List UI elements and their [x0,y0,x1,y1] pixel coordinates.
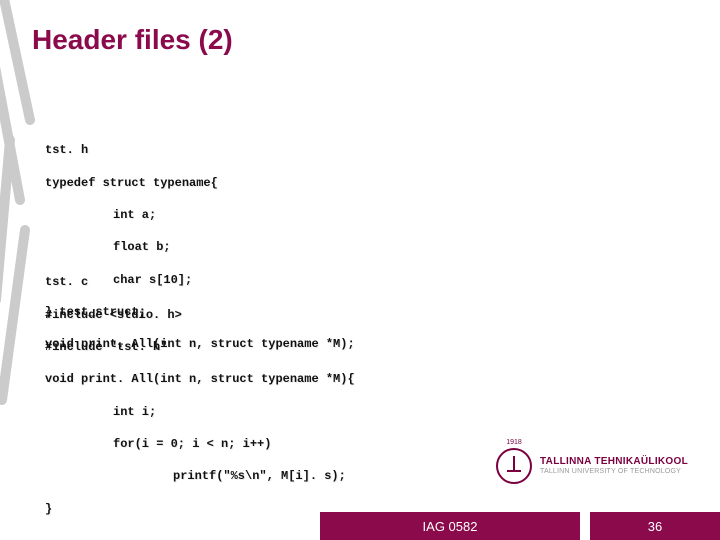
logo-text: TALLINNA TEHNIKAÜLIKOOL TALLINN UNIVERSI… [540,457,688,475]
code-line: printf("%s\n", M[i]. s); [45,468,355,484]
code-line: int a; [45,207,355,223]
logo-mark-icon: 1918 [496,448,532,484]
logo-line1: TALLINNA TEHNIKAÜLIKOOL [540,457,688,468]
code-filename-c: tst. c [45,274,355,290]
footer-gap [580,512,590,540]
code-filename-h: tst. h [45,142,355,158]
code-line: typedef struct typename{ [45,175,355,191]
code-line: float b; [45,239,355,255]
slide-footer: IAG 0582 36 [0,512,720,540]
logo-line2: TALLINN UNIVERSITY OF TECHNOLOGY [540,468,688,475]
code-line: #include <stdio. h> [45,307,355,323]
course-code: IAG 0582 [320,512,580,540]
page-number-wrap: 36 [590,512,720,540]
code-line: #include "tst. h" [45,339,355,355]
university-logo: 1918 TALLINNA TEHNIKAÜLIKOOL TALLINN UNI… [496,446,696,486]
code-line: for(i = 0; i < n; i++) [45,436,355,452]
footer-spacer [0,512,320,540]
slide-title: Header files (2) [32,24,233,56]
code-line: void print. All(int n, struct typename *… [45,371,355,387]
code-block-source: tst. c #include <stdio. h> #include "tst… [45,258,355,533]
code-line: int i; [45,404,355,420]
slide-decoration [0,0,50,420]
logo-year: 1918 [504,439,524,446]
page-number: 36 [648,519,662,534]
